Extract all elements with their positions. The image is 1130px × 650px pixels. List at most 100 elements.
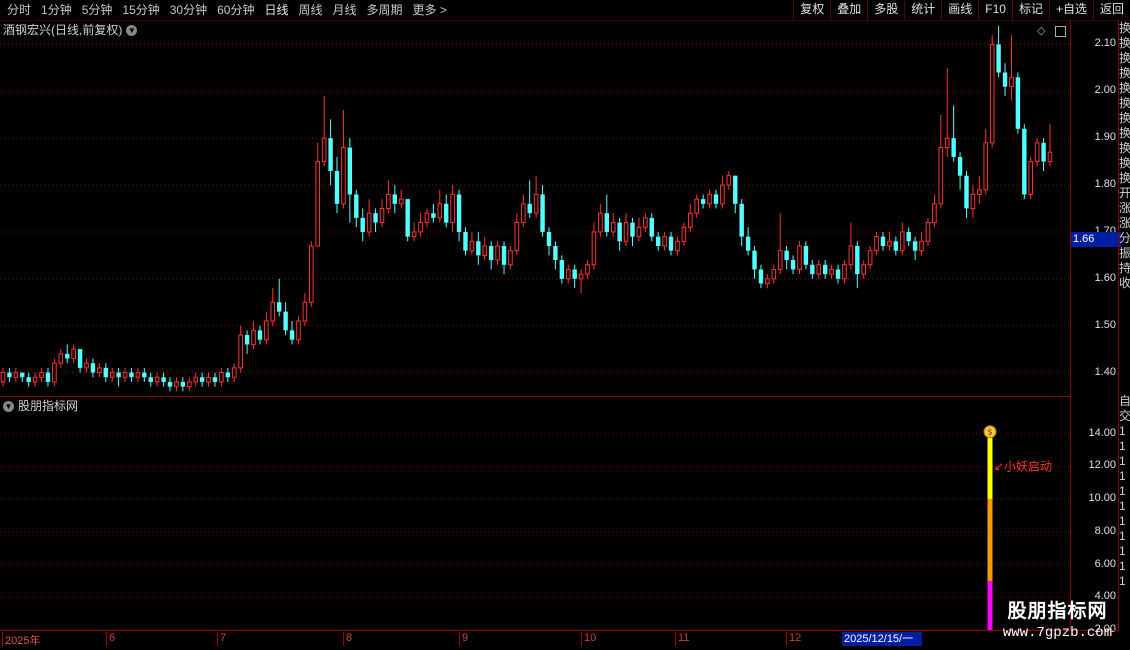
price-tick-label: 1.80 [1094, 178, 1116, 191]
candle-body [386, 193, 391, 209]
period-tab[interactable]: 15分钟 [117, 0, 164, 20]
candle-body [758, 269, 764, 284]
kline-chart[interactable]: $ ↙小妖启动 [0, 21, 1070, 631]
candle-body [347, 147, 353, 195]
toolbar-button[interactable]: 统计 [904, 0, 941, 20]
watermark-title: 股朋指标网 [1007, 601, 1108, 622]
candle-body [379, 208, 385, 224]
panel-divider [0, 396, 1070, 397]
toolbar-button[interactable]: 叠加 [830, 0, 867, 20]
toolbar-button[interactable]: 多股 [867, 0, 904, 20]
period-tab[interactable]: 多周期 [362, 0, 408, 20]
side-glyph: 换 [1119, 66, 1130, 80]
side-glyph: 换 [1119, 126, 1130, 140]
candle-body [122, 372, 128, 378]
period-tab[interactable]: 30分钟 [165, 0, 212, 20]
date-label: 2025年 [5, 635, 41, 647]
candle-body [508, 250, 513, 266]
candle-body [617, 222, 622, 242]
candle-body [463, 231, 468, 251]
side-glyph: 1 [1119, 559, 1126, 573]
candle-body [713, 194, 719, 204]
candle-body [52, 362, 57, 383]
date-tick [2, 632, 3, 646]
candle-body [469, 240, 475, 252]
candle-body [643, 217, 648, 228]
candle-body [803, 246, 809, 265]
indicator-tick-label: 8.00 [1094, 524, 1116, 537]
candle-body [97, 367, 102, 374]
period-tab[interactable]: 周线 [293, 0, 327, 20]
side-glyph: 换 [1119, 141, 1130, 155]
candle-body [880, 236, 886, 246]
candle-body [231, 367, 237, 378]
candle-body [604, 213, 609, 232]
candle-body [1028, 161, 1034, 195]
candle-body [514, 222, 520, 252]
candle-body [533, 193, 539, 214]
period-tab[interactable]: 分时 [2, 0, 36, 20]
toolbar-button[interactable]: 标记 [1011, 0, 1049, 20]
toolbar-button[interactable]: F10 [978, 0, 1012, 20]
period-tab[interactable]: 1分钟 [36, 0, 77, 20]
candle-body [630, 222, 635, 237]
candle-body [784, 250, 789, 261]
indicator-panel-title[interactable]: ▼ 股朋指标网 [3, 398, 78, 414]
candle-body [970, 193, 976, 209]
candle-body [244, 335, 250, 345]
toolbar-button[interactable]: 返回 [1092, 0, 1130, 20]
period-tab[interactable]: 5分钟 [77, 0, 118, 20]
candle-body [636, 226, 642, 238]
date-tick [675, 632, 676, 646]
candle-body [726, 175, 732, 186]
side-glyph: 换 [1119, 96, 1130, 110]
candle-body [20, 372, 25, 378]
period-tab[interactable]: 月线 [328, 0, 362, 20]
side-glyph: 涨 [1119, 216, 1130, 230]
side-glyph: 交 [1119, 409, 1130, 423]
candle-body [733, 175, 738, 204]
candle-body [816, 264, 822, 275]
candle-body [623, 222, 629, 242]
side-info-strip[interactable]: 换换换换换换换换换换换开涨涨分振持收自交11111111111 [1118, 21, 1130, 631]
price-tick-label: 1.90 [1094, 131, 1116, 144]
toolbar-button[interactable]: 复权 [793, 0, 830, 20]
candle-body [527, 203, 532, 214]
candle-body [309, 245, 314, 303]
candle-body [655, 236, 661, 246]
candle-body [829, 268, 834, 275]
candle-body [193, 376, 198, 383]
candle-body [431, 213, 436, 218]
candle-body [932, 203, 937, 224]
side-glyph: 分 [1119, 231, 1130, 245]
side-glyph: 振 [1119, 246, 1130, 260]
candle-body [572, 269, 577, 279]
candle-body [520, 203, 526, 224]
toolbar-button[interactable]: 画线 [941, 0, 978, 20]
candle-body [977, 189, 982, 195]
candle-body [540, 194, 545, 232]
candle-body [186, 381, 192, 388]
candle-body [1002, 72, 1008, 87]
period-tab[interactable]: 60分钟 [212, 0, 259, 20]
side-glyph: 换 [1119, 111, 1130, 125]
candle-body [919, 240, 924, 252]
candle-body [71, 348, 76, 359]
side-glyph: 自 [1119, 394, 1130, 408]
period-tab[interactable]: 更多 > [408, 0, 452, 20]
date-highlight: 2025/12/15/一 [842, 632, 922, 646]
signal-bar-yellow [987, 433, 993, 500]
candle-body [321, 137, 327, 163]
chevron-down-icon[interactable]: ▼ [3, 401, 14, 413]
candle-body [456, 194, 462, 232]
candle-body [842, 264, 847, 280]
toolbar-button[interactable]: +自选 [1048, 0, 1093, 20]
candle-body [887, 240, 892, 247]
period-tab[interactable]: 日线 [259, 0, 293, 20]
candle-body [32, 376, 38, 383]
candle-body [398, 198, 404, 205]
candle-body [745, 236, 751, 251]
candle-body [765, 278, 770, 284]
candle-body [867, 250, 873, 266]
candle-body [707, 193, 712, 205]
